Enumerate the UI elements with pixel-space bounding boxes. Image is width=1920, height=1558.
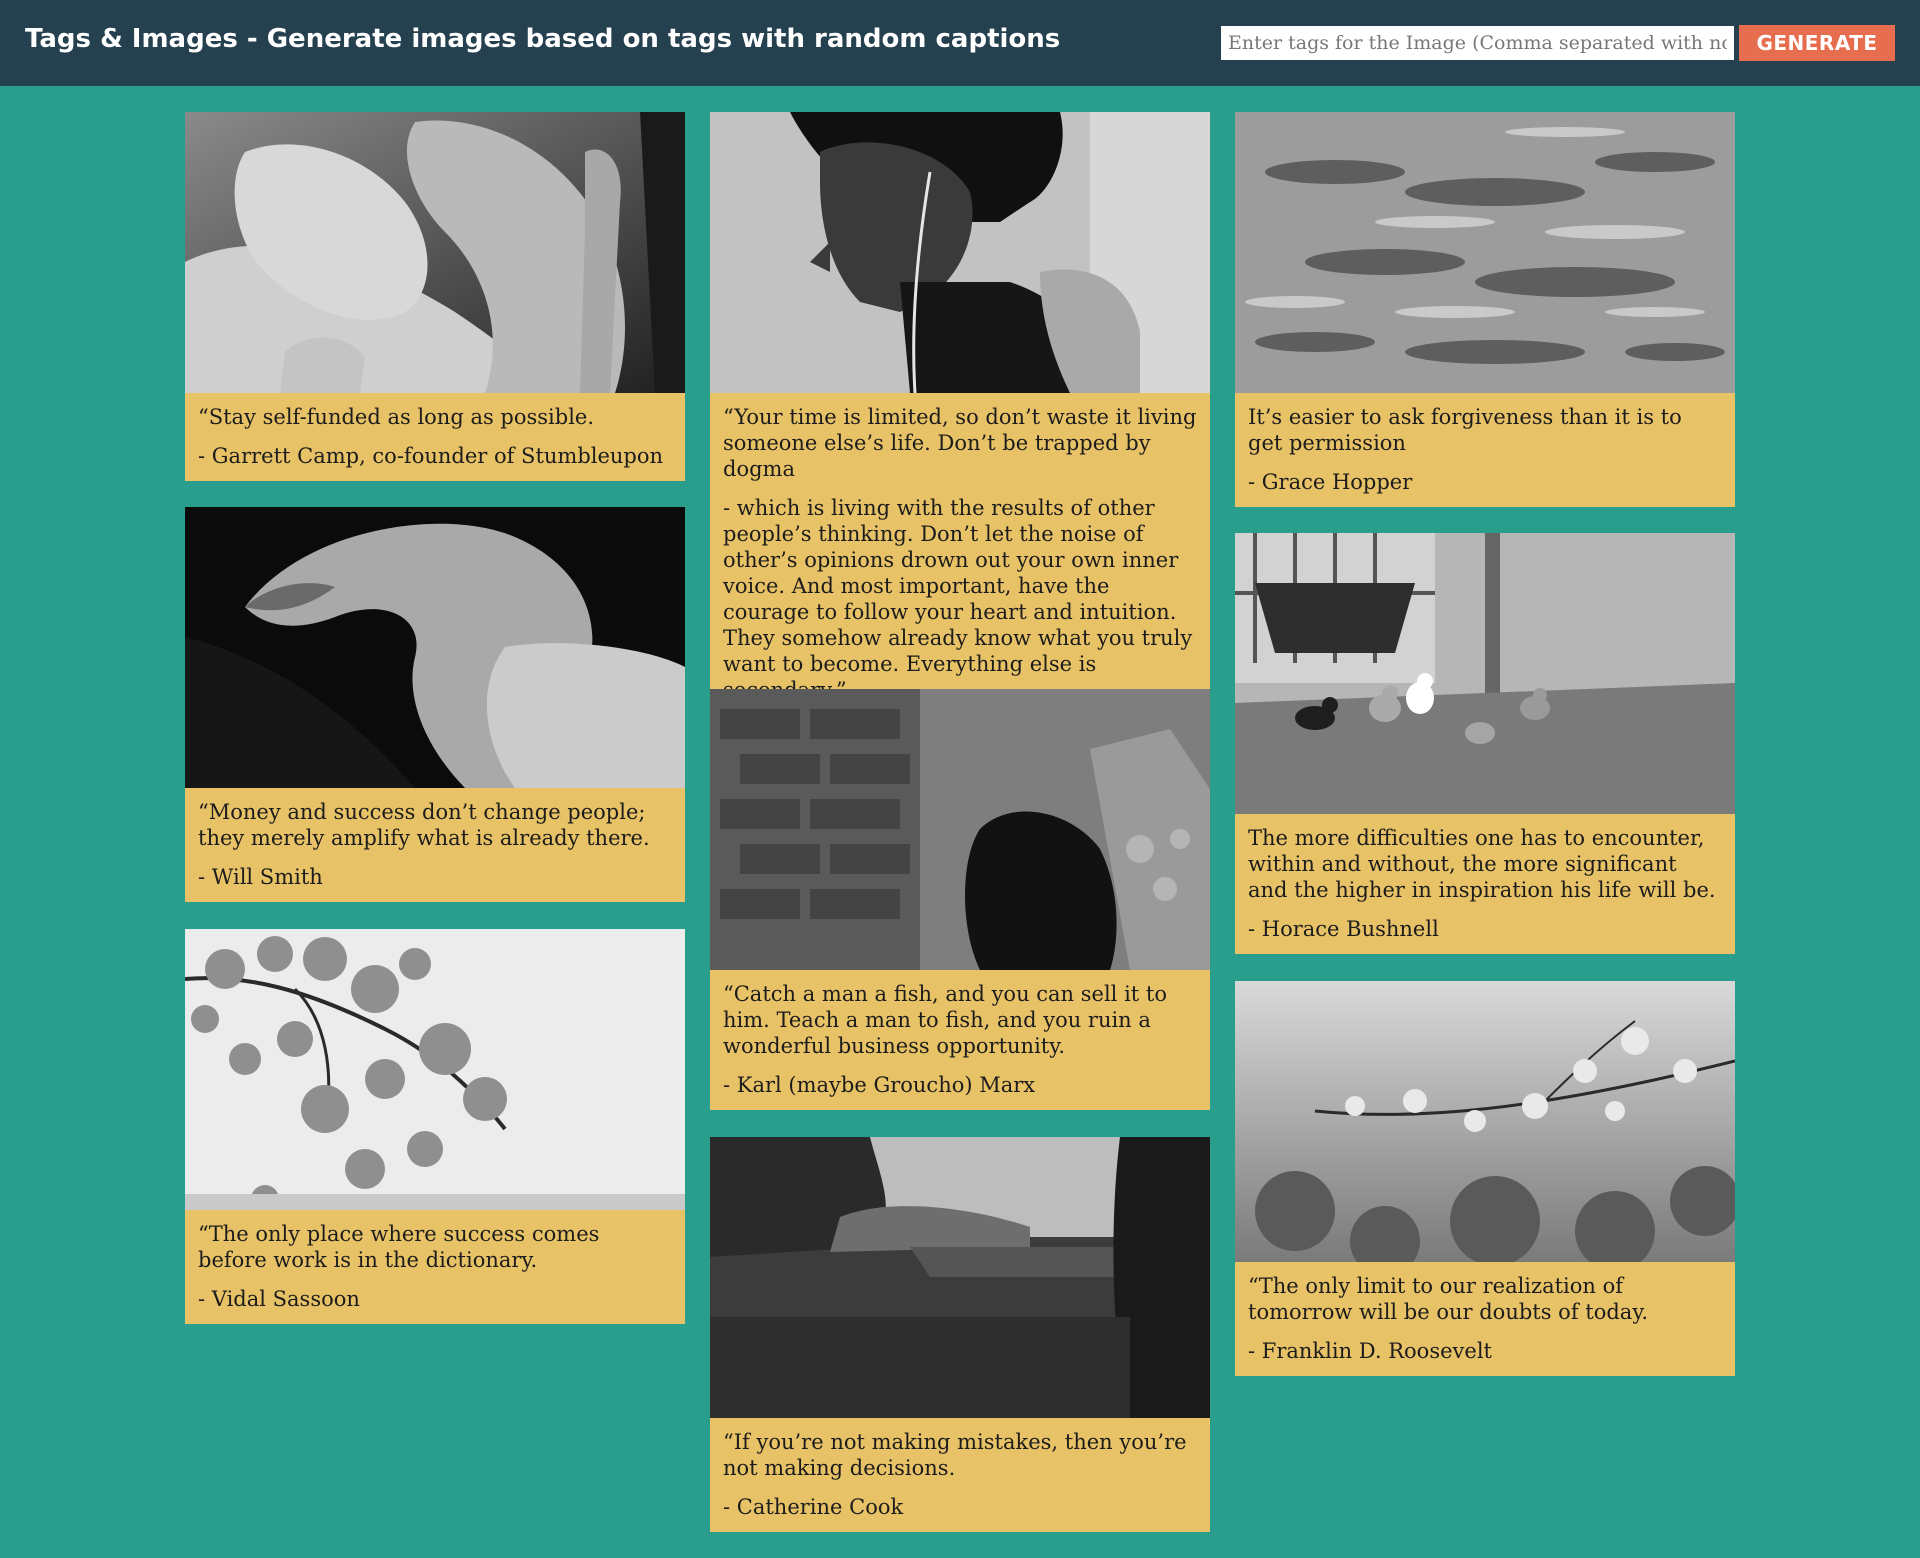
tags-input[interactable] [1221,26,1734,60]
image-card: “Stay self-funded as long as possible. -… [185,112,685,481]
card-caption: “Money and success don’t change people; … [185,788,685,902]
image-card: The more difficulties one has to encount… [1235,533,1735,954]
image-card: It’s easier to ask forgiveness than it i… [1235,112,1735,507]
card-image-hands [185,112,685,393]
card-image-blossoms [1235,981,1735,1262]
image-card: “The only limit to our realization of to… [1235,981,1735,1376]
quote-text: “Your time is limited, so don’t waste it… [723,405,1197,481]
image-card: “Catch a man a fish, and you can sell it… [710,689,1210,1110]
app-header: Tags & Images - Generate images based on… [0,0,1920,86]
card-image-water [1235,112,1735,393]
card-image-swan [185,507,685,788]
card-image-portrait [710,112,1210,393]
quote-author: - Horace Bushnell [1248,917,1439,941]
image-card: “If you’re not making mistakes, then you… [710,1137,1210,1532]
quote-text: “Catch a man a fish, and you can sell it… [723,982,1167,1058]
card-caption: The more difficulties one has to encount… [1235,814,1735,954]
quote-text: “Money and success don’t change people; … [198,800,650,850]
image-card: “Money and success don’t change people; … [185,507,685,902]
quote-text: “Stay self-funded as long as possible. [198,405,595,429]
quote-author: - Franklin D. Roosevelt [1248,1339,1492,1363]
quote-text: “The only place where success comes befo… [198,1222,600,1272]
quote-author: - Grace Hopper [1248,470,1413,494]
card-caption: It’s easier to ask forgiveness than it i… [1235,393,1735,507]
card-caption: “Your time is limited, so don’t waste it… [710,393,1210,715]
generate-button[interactable]: GENERATE [1739,25,1895,61]
card-caption: “The only place where success comes befo… [185,1210,685,1324]
quote-text: “The only limit to our realization of to… [1248,1274,1649,1324]
card-caption: “The only limit to our realization of to… [1235,1262,1735,1376]
quote-author: - Karl (maybe Groucho) Marx [723,1073,1036,1097]
app-title: Tags & Images - Generate images based on… [25,24,1061,54]
card-image-cats [1235,533,1735,814]
card-caption: “Catch a man a fish, and you can sell it… [710,970,1210,1110]
image-card: “The only place where success comes befo… [185,929,685,1324]
quote-author: - Will Smith [198,865,323,889]
card-image-dog-wall [710,689,1210,970]
quote-author: - Catherine Cook [723,1495,904,1519]
image-card: “Your time is limited, so don’t waste it… [710,112,1210,715]
quote-text: The more difficulties one has to encount… [1248,826,1716,902]
quote-author: - which is living with the results of ot… [723,496,1193,702]
card-image-field [710,1137,1210,1418]
quote-text: “If you’re not making mistakes, then you… [723,1430,1187,1480]
quote-text: It’s easier to ask forgiveness than it i… [1248,405,1682,455]
card-caption: “Stay self-funded as long as possible. -… [185,393,685,481]
quote-author: - Vidal Sassoon [198,1287,360,1311]
card-caption: “If you’re not making mistakes, then you… [710,1418,1210,1532]
card-image-blossom-branch [185,929,685,1210]
quote-author: - Garrett Camp, co-founder of Stumbleupo… [198,444,664,468]
